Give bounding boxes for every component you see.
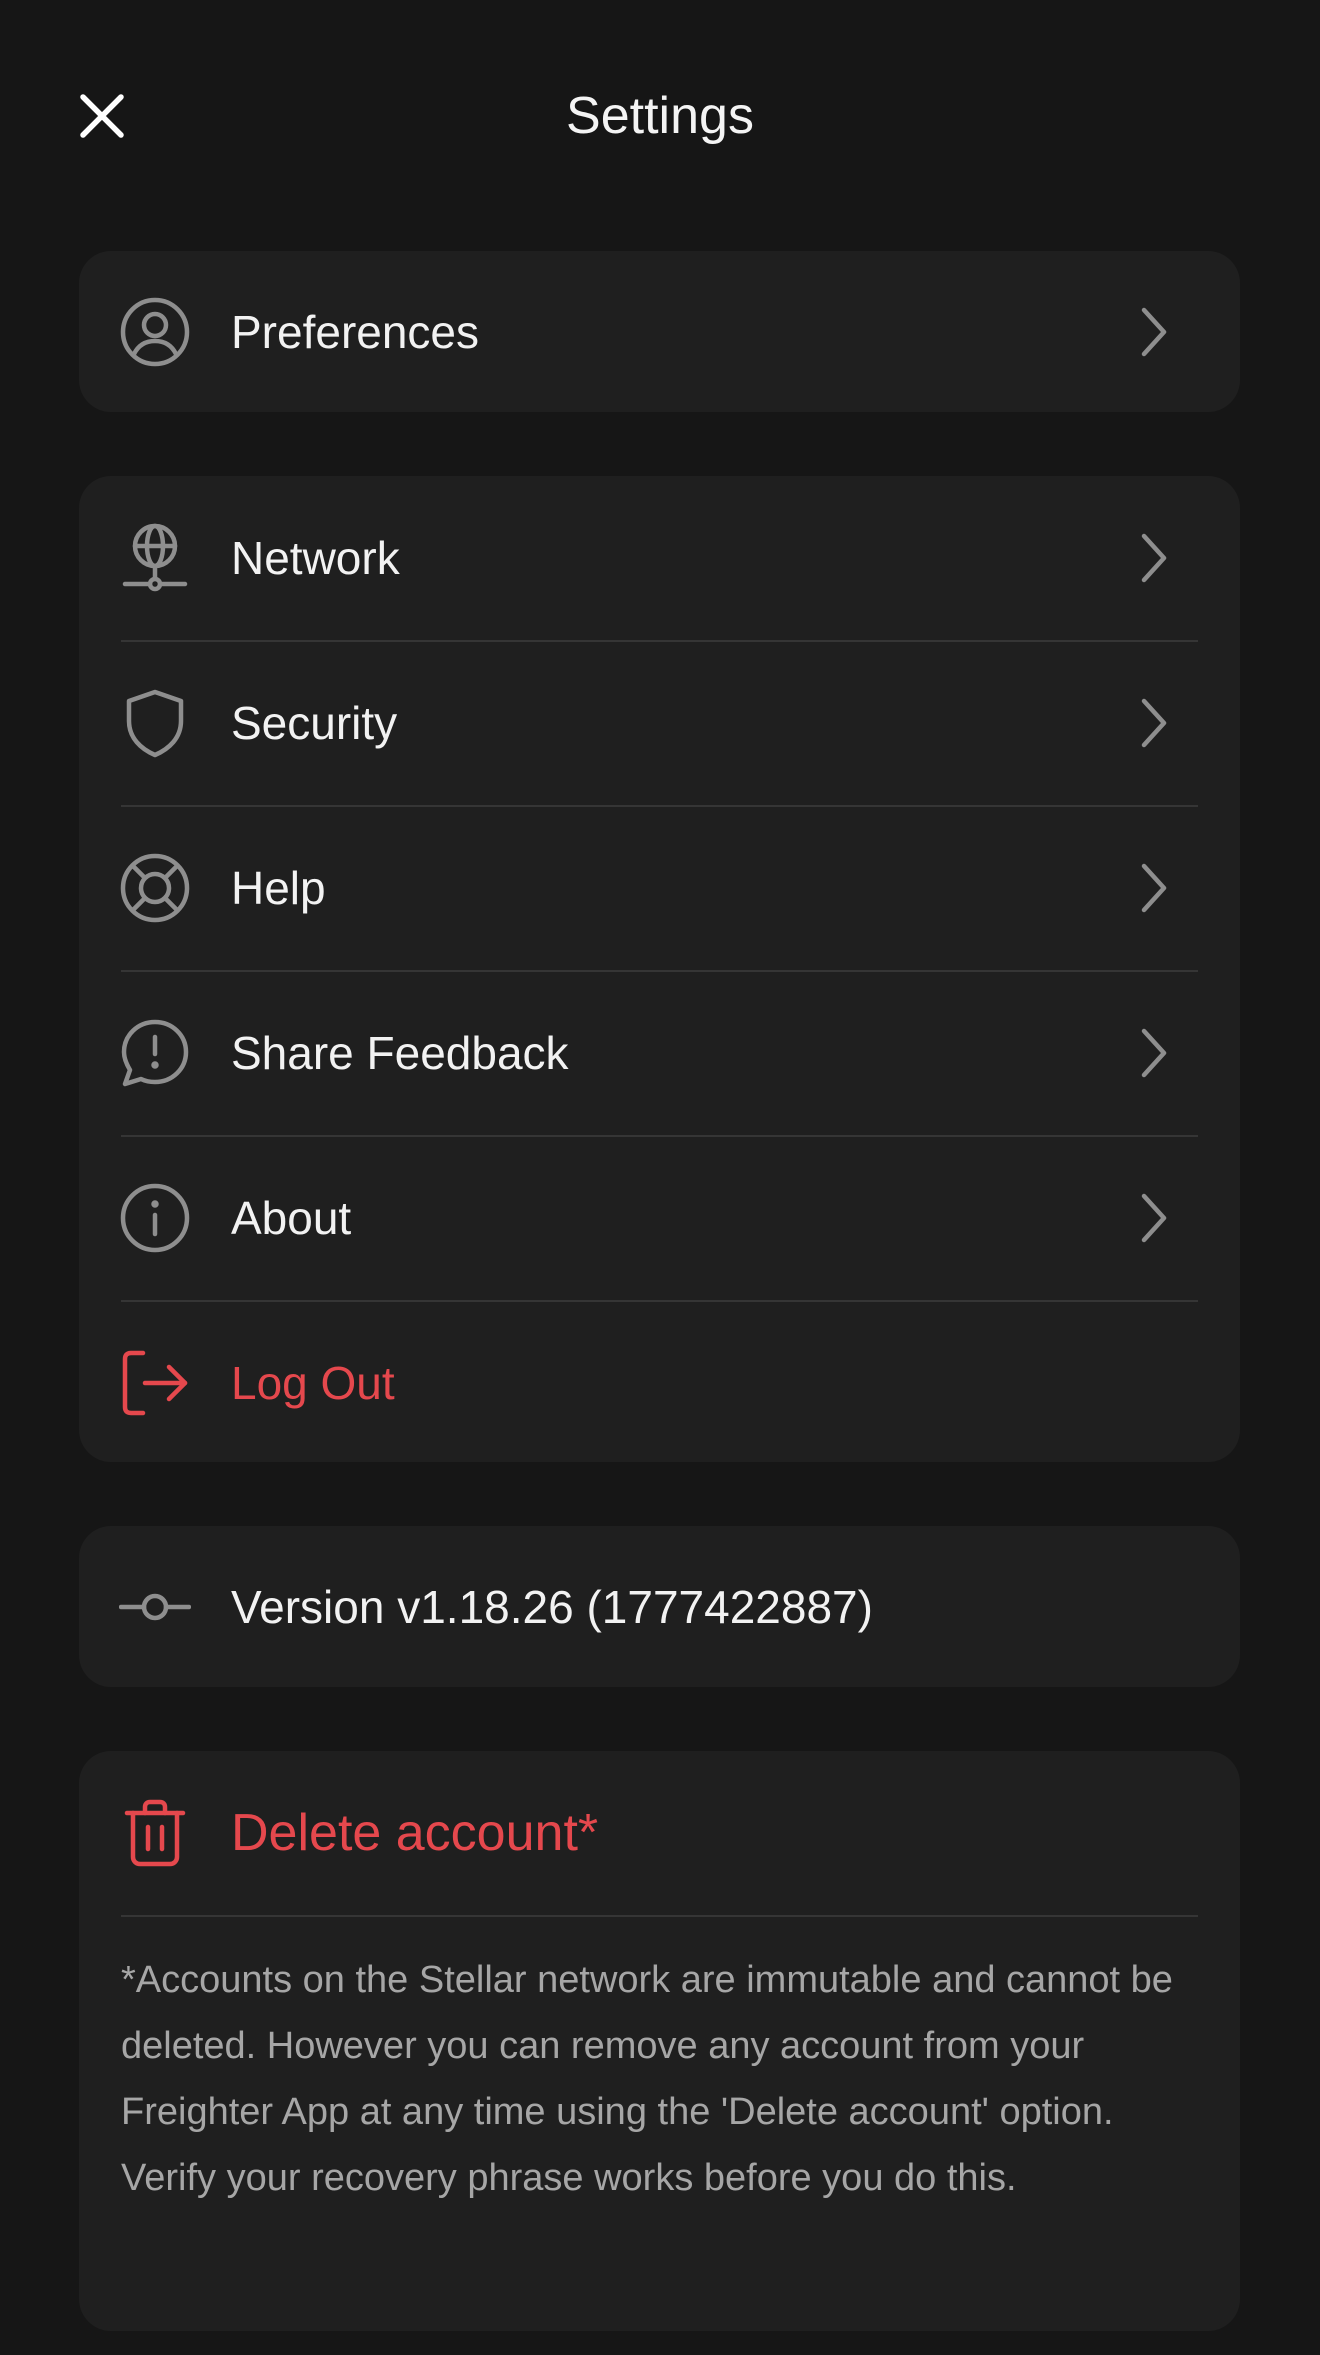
- help-label: Help: [231, 861, 326, 914]
- version-row: Version v1.18.26 (1777422887): [79, 1526, 1240, 1687]
- git-commit-icon: [119, 1571, 191, 1643]
- close-icon: [80, 94, 124, 138]
- chevron-right-icon: [1128, 1027, 1180, 1079]
- logout-icon: [119, 1347, 191, 1419]
- trash-icon: [119, 1797, 191, 1869]
- page-title: Settings: [566, 87, 754, 145]
- about-row[interactable]: About: [79, 1135, 1240, 1300]
- share-feedback-row[interactable]: Share Feedback: [79, 970, 1240, 1135]
- chevron-right-icon: [1128, 697, 1180, 749]
- user-circle-icon: [119, 296, 191, 368]
- message-alert-icon: [119, 1017, 191, 1089]
- security-row[interactable]: Security: [79, 640, 1240, 805]
- network-row[interactable]: Network: [79, 476, 1240, 640]
- delete-account-label: Delete account*: [231, 1804, 599, 1862]
- preferences-row[interactable]: Preferences: [79, 251, 1240, 412]
- share-feedback-label: Share Feedback: [231, 1026, 569, 1079]
- security-label: Security: [231, 696, 398, 749]
- preferences-label: Preferences: [231, 305, 480, 358]
- delete-account-card: Delete account* *Accounts on the Stellar…: [79, 1751, 1240, 2331]
- chevron-right-icon: [1128, 1192, 1180, 1244]
- logout-row[interactable]: Log Out: [79, 1300, 1240, 1465]
- logout-label: Log Out: [231, 1356, 395, 1409]
- info-circle-icon: [119, 1182, 191, 1254]
- main-menu-card: Network Security Help Share Feedback Abo…: [79, 476, 1240, 1462]
- delete-account-note: *Accounts on the Stellar network are imm…: [121, 1915, 1198, 2251]
- globe-network-icon: [119, 522, 191, 594]
- about-label: About: [231, 1191, 352, 1244]
- chevron-right-icon: [1128, 306, 1180, 358]
- chevron-right-icon: [1128, 532, 1180, 584]
- chevron-right-icon: [1128, 862, 1180, 914]
- lifebuoy-icon: [119, 852, 191, 924]
- help-row[interactable]: Help: [79, 805, 1240, 970]
- close-button[interactable]: [66, 80, 138, 152]
- header: Settings: [0, 0, 1320, 230]
- preferences-card: Preferences: [79, 251, 1240, 412]
- version-label: Version v1.18.26 (1777422887): [231, 1580, 873, 1633]
- version-card: Version v1.18.26 (1777422887): [79, 1526, 1240, 1687]
- shield-icon: [119, 687, 191, 759]
- delete-account-row[interactable]: Delete account*: [79, 1751, 1240, 1915]
- network-label: Network: [231, 532, 400, 584]
